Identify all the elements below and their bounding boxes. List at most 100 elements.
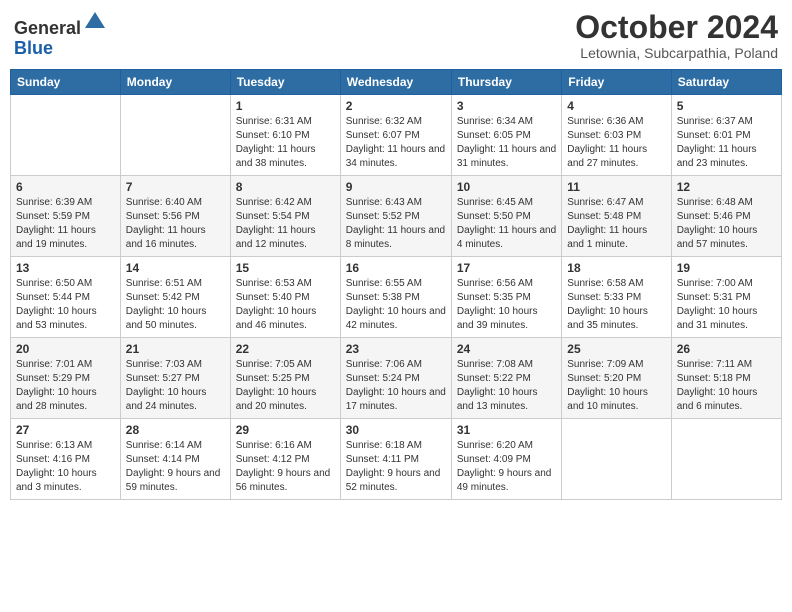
day-info: Sunrise: 6:31 AM Sunset: 6:10 PM Dayligh… [236, 115, 335, 171]
day-info: Sunrise: 7:09 AM Sunset: 5:20 PM Dayligh… [567, 358, 665, 414]
day-info: Sunrise: 6:47 AM Sunset: 5:48 PM Dayligh… [567, 196, 665, 252]
day-info: Sunrise: 7:05 AM Sunset: 5:25 PM Dayligh… [236, 358, 335, 414]
calendar-day-cell: 16 Sunrise: 6:55 AM Sunset: 5:38 PM Dayli… [340, 257, 451, 338]
calendar-day-cell: 14 Sunrise: 6:51 AM Sunset: 5:42 PM Dayli… [120, 257, 230, 338]
day-info: Sunrise: 6:16 AM Sunset: 4:12 PM Dayligh… [236, 439, 335, 495]
day-number: 9 [346, 180, 446, 194]
day-info: Sunrise: 6:56 AM Sunset: 5:35 PM Dayligh… [457, 277, 556, 333]
weekday-header: Monday [120, 70, 230, 95]
calendar-day-cell: 25 Sunrise: 7:09 AM Sunset: 5:20 PM Dayli… [562, 338, 671, 419]
calendar-day-cell: 10 Sunrise: 6:45 AM Sunset: 5:50 PM Dayli… [451, 176, 561, 257]
day-number: 17 [457, 261, 556, 275]
day-info: Sunrise: 6:43 AM Sunset: 5:52 PM Dayligh… [346, 196, 446, 252]
calendar-day-cell: 17 Sunrise: 6:56 AM Sunset: 5:35 PM Dayli… [451, 257, 561, 338]
calendar-day-cell: 2Sunrise: 6:32 AM Sunset: 6:07 PM Daylig… [340, 95, 451, 176]
day-number: 1 [236, 99, 335, 113]
calendar-day-cell: 28 Sunrise: 6:14 AM Sunset: 4:14 PM Dayli… [120, 419, 230, 500]
day-info: Sunrise: 7:06 AM Sunset: 5:24 PM Dayligh… [346, 358, 446, 414]
day-number: 22 [236, 342, 335, 356]
day-info: Sunrise: 6:37 AM Sunset: 6:01 PM Dayligh… [677, 115, 776, 171]
day-number: 10 [457, 180, 556, 194]
calendar-day-cell: 31 Sunrise: 6:20 AM Sunset: 4:09 PM Dayli… [451, 419, 561, 500]
calendar-day-cell: 18Sunrise: 6:58 AM Sunset: 5:33 PM Dayli… [562, 257, 671, 338]
calendar-week-row: 6 Sunrise: 6:39 AM Sunset: 5:59 PM Daylig… [11, 176, 782, 257]
calendar-day-cell: 6 Sunrise: 6:39 AM Sunset: 5:59 PM Daylig… [11, 176, 121, 257]
calendar-day-cell: 22 Sunrise: 7:05 AM Sunset: 5:25 PM Dayli… [230, 338, 340, 419]
day-info: Sunrise: 7:01 AM Sunset: 5:29 PM Dayligh… [16, 358, 115, 414]
calendar-week-row: 13 Sunrise: 6:50 AM Sunset: 5:44 PM Dayli… [11, 257, 782, 338]
day-number: 13 [16, 261, 115, 275]
day-number: 6 [16, 180, 115, 194]
day-info: Sunrise: 7:11 AM Sunset: 5:18 PM Dayligh… [677, 358, 776, 414]
day-number: 25 [567, 342, 665, 356]
day-number: 21 [126, 342, 225, 356]
calendar-day-cell: 7 Sunrise: 6:40 AM Sunset: 5:56 PM Daylig… [120, 176, 230, 257]
day-number: 7 [126, 180, 225, 194]
calendar-day-cell [11, 95, 121, 176]
calendar-week-row: 20 Sunrise: 7:01 AM Sunset: 5:29 PM Dayli… [11, 338, 782, 419]
day-info: Sunrise: 6:14 AM Sunset: 4:14 PM Dayligh… [126, 439, 225, 495]
logo-blue-text: Blue [14, 38, 53, 58]
day-number: 23 [346, 342, 446, 356]
day-info: Sunrise: 6:42 AM Sunset: 5:54 PM Dayligh… [236, 196, 335, 252]
day-info: Sunrise: 6:50 AM Sunset: 5:44 PM Dayligh… [16, 277, 115, 333]
day-number: 20 [16, 342, 115, 356]
day-info: Sunrise: 6:39 AM Sunset: 5:59 PM Dayligh… [16, 196, 115, 252]
calendar-day-cell: 30Sunrise: 6:18 AM Sunset: 4:11 PM Dayli… [340, 419, 451, 500]
day-info: Sunrise: 6:55 AM Sunset: 5:38 PM Dayligh… [346, 277, 446, 333]
calendar-day-cell: 3Sunrise: 6:34 AM Sunset: 6:05 PM Daylig… [451, 95, 561, 176]
calendar-day-cell: 27 Sunrise: 6:13 AM Sunset: 4:16 PM Dayli… [11, 419, 121, 500]
day-number: 19 [677, 261, 776, 275]
location-subtitle: Letownia, Subcarpathia, Poland [575, 45, 778, 61]
day-number: 5 [677, 99, 776, 113]
calendar-day-cell: 15Sunrise: 6:53 AM Sunset: 5:40 PM Dayli… [230, 257, 340, 338]
day-number: 26 [677, 342, 776, 356]
day-info: Sunrise: 6:58 AM Sunset: 5:33 PM Dayligh… [567, 277, 665, 333]
day-number: 3 [457, 99, 556, 113]
weekday-header: Saturday [671, 70, 781, 95]
calendar-day-cell [562, 419, 671, 500]
calendar-week-row: 1 Sunrise: 6:31 AM Sunset: 6:10 PM Daylig… [11, 95, 782, 176]
day-info: Sunrise: 7:08 AM Sunset: 5:22 PM Dayligh… [457, 358, 556, 414]
weekday-header: Friday [562, 70, 671, 95]
calendar-day-cell: 5 Sunrise: 6:37 AM Sunset: 6:01 PM Daylig… [671, 95, 781, 176]
page-header: General Blue October 2024 Letownia, Subc… [10, 10, 782, 61]
calendar-day-cell: 21 Sunrise: 7:03 AM Sunset: 5:27 PM Dayli… [120, 338, 230, 419]
calendar-day-cell: 4 Sunrise: 6:36 AM Sunset: 6:03 PM Daylig… [562, 95, 671, 176]
calendar-week-row: 27 Sunrise: 6:13 AM Sunset: 4:16 PM Dayli… [11, 419, 782, 500]
calendar-day-cell [120, 95, 230, 176]
day-info: Sunrise: 6:13 AM Sunset: 4:16 PM Dayligh… [16, 439, 115, 495]
day-info: Sunrise: 7:03 AM Sunset: 5:27 PM Dayligh… [126, 358, 225, 414]
day-number: 14 [126, 261, 225, 275]
weekday-header: Thursday [451, 70, 561, 95]
calendar-day-cell: 19 Sunrise: 7:00 AM Sunset: 5:31 PM Dayli… [671, 257, 781, 338]
calendar-table: SundayMondayTuesdayWednesdayThursdayFrid… [10, 69, 782, 500]
day-info: Sunrise: 6:20 AM Sunset: 4:09 PM Dayligh… [457, 439, 556, 495]
day-number: 24 [457, 342, 556, 356]
day-number: 27 [16, 423, 115, 437]
day-info: Sunrise: 6:40 AM Sunset: 5:56 PM Dayligh… [126, 196, 225, 252]
calendar-day-cell: 8Sunrise: 6:42 AM Sunset: 5:54 PM Daylig… [230, 176, 340, 257]
calendar-day-cell: 24 Sunrise: 7:08 AM Sunset: 5:22 PM Dayli… [451, 338, 561, 419]
day-number: 15 [236, 261, 335, 275]
day-info: Sunrise: 6:45 AM Sunset: 5:50 PM Dayligh… [457, 196, 556, 252]
day-number: 4 [567, 99, 665, 113]
weekday-header: Tuesday [230, 70, 340, 95]
day-info: Sunrise: 6:51 AM Sunset: 5:42 PM Dayligh… [126, 277, 225, 333]
title-block: October 2024 Letownia, Subcarpathia, Pol… [575, 10, 778, 61]
calendar-day-cell: 9 Sunrise: 6:43 AM Sunset: 5:52 PM Daylig… [340, 176, 451, 257]
day-info: Sunrise: 6:32 AM Sunset: 6:07 PM Dayligh… [346, 115, 446, 171]
day-info: Sunrise: 7:00 AM Sunset: 5:31 PM Dayligh… [677, 277, 776, 333]
day-info: Sunrise: 6:18 AM Sunset: 4:11 PM Dayligh… [346, 439, 446, 495]
calendar-day-cell: 29Sunrise: 6:16 AM Sunset: 4:12 PM Dayli… [230, 419, 340, 500]
day-info: Sunrise: 6:36 AM Sunset: 6:03 PM Dayligh… [567, 115, 665, 171]
logo: General Blue [14, 10, 107, 59]
day-number: 28 [126, 423, 225, 437]
calendar-day-cell: 20 Sunrise: 7:01 AM Sunset: 5:29 PM Dayli… [11, 338, 121, 419]
calendar-day-cell: 26 Sunrise: 7:11 AM Sunset: 5:18 PM Dayli… [671, 338, 781, 419]
day-number: 16 [346, 261, 446, 275]
calendar-day-cell: 13 Sunrise: 6:50 AM Sunset: 5:44 PM Dayli… [11, 257, 121, 338]
day-number: 31 [457, 423, 556, 437]
calendar-day-cell [671, 419, 781, 500]
calendar-day-cell: 11Sunrise: 6:47 AM Sunset: 5:48 PM Dayli… [562, 176, 671, 257]
